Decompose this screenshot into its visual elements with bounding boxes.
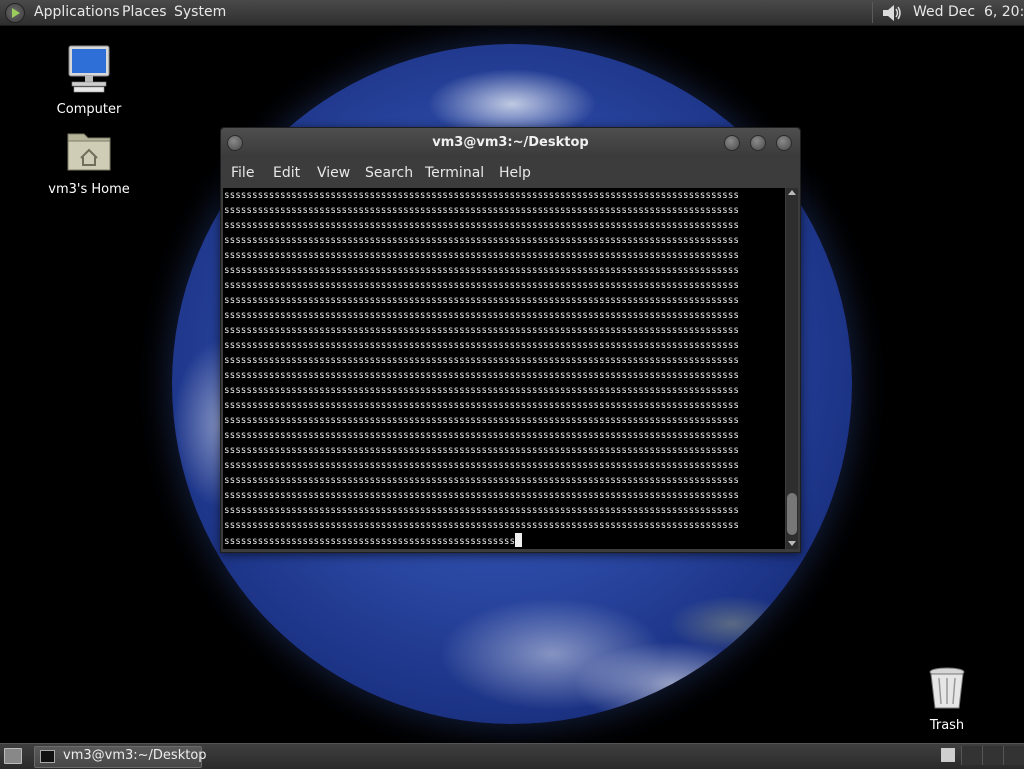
terminal-line: ssssssssssssssssssssssssssssssssssssssss… — [224, 490, 739, 501]
menu-search[interactable]: Search — [365, 165, 413, 181]
menu-edit[interactable]: Edit — [273, 165, 300, 181]
terminal-line: ssssssssssssssssssssssssssssssssssssssss… — [224, 220, 739, 231]
system-menu[interactable]: System — [174, 4, 226, 20]
terminal-line: ssssssssssssssssssssssssssssssssssssssss… — [224, 460, 739, 471]
scroll-down-arrow-icon[interactable] — [788, 541, 796, 546]
desktop-icon-home[interactable]: vm3's Home — [44, 128, 134, 197]
terminal-line: ssssssssssssssssssssssssssssssssssssssss… — [224, 295, 739, 306]
terminal-line: ssssssssssssssssssssssssssssssssssssssss… — [224, 355, 739, 366]
terminal-scrollbar[interactable] — [786, 188, 798, 549]
distro-logo-icon[interactable] — [5, 3, 25, 23]
window-titlebar[interactable]: vm3@vm3:~/Desktop — [221, 128, 800, 158]
workspace-2[interactable] — [961, 746, 982, 765]
menu-file[interactable]: File — [231, 165, 254, 181]
home-folder-icon — [67, 133, 111, 171]
terminal-line: ssssssssssssssssssssssssssssssssssssssss… — [224, 430, 739, 441]
show-desktop-icon[interactable] — [4, 748, 22, 764]
terminal-input-line: ssssssssssssssssssssssssssssssssssssssss… — [223, 533, 785, 548]
terminal-output[interactable]: ssssssssssssssssssssssssssssssssssssssss… — [223, 188, 785, 549]
terminal-line: ssssssssssssssssssssssssssssssssssssssss… — [224, 400, 739, 411]
terminal-line: ssssssssssssssssssssssssssssssssssssssss… — [224, 520, 739, 531]
terminal-line: ssssssssssssssssssssssssssssssssssssssss… — [224, 505, 739, 516]
scrollbar-thumb[interactable] — [787, 493, 797, 535]
desktop-icon-trash[interactable]: Trash — [916, 666, 978, 733]
terminal-line: ssssssssssssssssssssssssssssssssssssssss… — [224, 340, 739, 351]
workspace-1[interactable] — [941, 748, 955, 762]
desktop-icon-computer[interactable]: Computer — [48, 44, 130, 117]
menu-terminal[interactable]: Terminal — [425, 165, 484, 181]
terminal-line: ssssssssssssssssssssssssssssssssssssssss… — [224, 385, 739, 396]
desktop-icon-label: vm3's Home — [48, 182, 130, 197]
text-cursor — [515, 533, 523, 547]
trash-icon — [929, 667, 965, 709]
terminal-line: ssssssssssssssssssssssssssssssssssssssss… — [224, 310, 739, 321]
desktop-icon-label: Trash — [929, 718, 965, 733]
taskbar-window-button[interactable]: vm3@vm3:~/Desktop — [34, 746, 207, 768]
terminal-line: ssssssssssssssssssssssssssssssssssssssss… — [224, 325, 739, 336]
terminal-line: ssssssssssssssssssssssssssssssssssssssss… — [224, 445, 739, 456]
terminal-line: ssssssssssssssssssssssssssssssssssssssss… — [224, 280, 739, 291]
panel-separator — [872, 2, 873, 23]
scroll-up-arrow-icon[interactable] — [788, 190, 796, 195]
menu-help[interactable]: Help — [499, 165, 531, 181]
top-panel: Applications Places System Wed Dec 6, 20… — [0, 0, 1024, 26]
terminal-line: ssssssssssssssssssssssssssssssssssssssss… — [224, 265, 739, 276]
window-title: vm3@vm3:~/Desktop — [432, 135, 589, 150]
terminal-menubar: File Edit View Search Terminal Help — [221, 158, 800, 188]
bottom-panel: vm3@vm3:~/Desktop — [0, 743, 1024, 769]
terminal-line: ssssssssssssssssssssssssssssssssssssssss… — [224, 235, 739, 246]
terminal-line: ssssssssssssssssssssssssssssssssssssssss… — [224, 370, 739, 381]
workspace-4[interactable] — [1003, 746, 1024, 765]
terminal-line: ssssssssssssssssssssssssssssssssssssssss… — [224, 190, 739, 201]
places-menu[interactable]: Places — [122, 4, 167, 20]
terminal-line: ssssssssssssssssssssssssssssssssssssssss… — [224, 205, 739, 216]
terminal-line: ssssssssssssssssssssssssssssssssssssssss… — [224, 250, 739, 261]
workspace-3[interactable] — [982, 746, 1003, 765]
terminal-line: ssssssssssssssssssssssssssssssssssssssss… — [224, 475, 739, 486]
menu-view[interactable]: View — [317, 165, 350, 181]
terminal-window[interactable]: vm3@vm3:~/Desktop File Edit View Search … — [220, 127, 801, 553]
terminal-icon — [40, 750, 55, 763]
computer-icon — [68, 45, 110, 93]
applications-menu[interactable]: Applications — [34, 4, 120, 20]
maximize-button[interactable] — [750, 135, 766, 151]
clock[interactable]: Wed Dec 6, 20:05 — [913, 4, 1024, 20]
terminal-line: ssssssssssssssssssssssssssssssssssssssss… — [224, 415, 739, 426]
volume-icon[interactable] — [881, 4, 903, 22]
taskbar-window-label: vm3@vm3:~/Desktop — [63, 748, 207, 763]
close-button[interactable] — [776, 135, 792, 151]
minimize-button[interactable] — [724, 135, 740, 151]
desktop-icon-label: Computer — [56, 102, 122, 117]
